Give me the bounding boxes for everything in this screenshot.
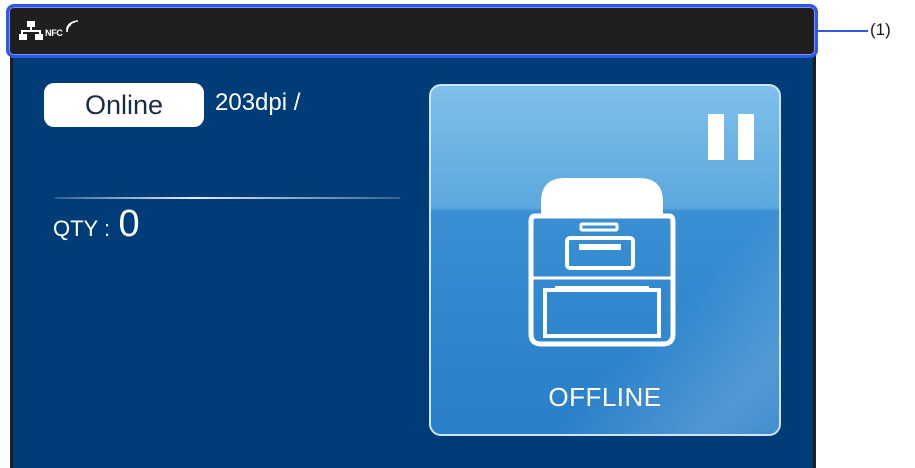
quantity-value: 0 xyxy=(118,203,140,245)
pause-icon xyxy=(708,114,756,160)
nfc-waves-icon xyxy=(66,20,79,33)
divider xyxy=(55,197,400,199)
offline-button[interactable]: OFFLINE xyxy=(429,84,781,436)
offline-button-label: OFFLINE xyxy=(548,382,662,412)
quantity-display: QTY : 0 xyxy=(53,203,140,246)
status-bar: NFC xyxy=(6,4,818,58)
printer-icon xyxy=(528,178,676,347)
callout-line xyxy=(818,30,868,32)
quantity-label: QTY : xyxy=(53,216,111,241)
online-status-badge: Online xyxy=(44,83,204,127)
nfc-label: NFC xyxy=(45,28,63,38)
nfc-icon: NFC xyxy=(45,19,87,41)
resolution-text: 203dpi / xyxy=(215,89,301,116)
wired-network-icon xyxy=(19,21,43,40)
callout-label: (1) xyxy=(870,20,891,39)
